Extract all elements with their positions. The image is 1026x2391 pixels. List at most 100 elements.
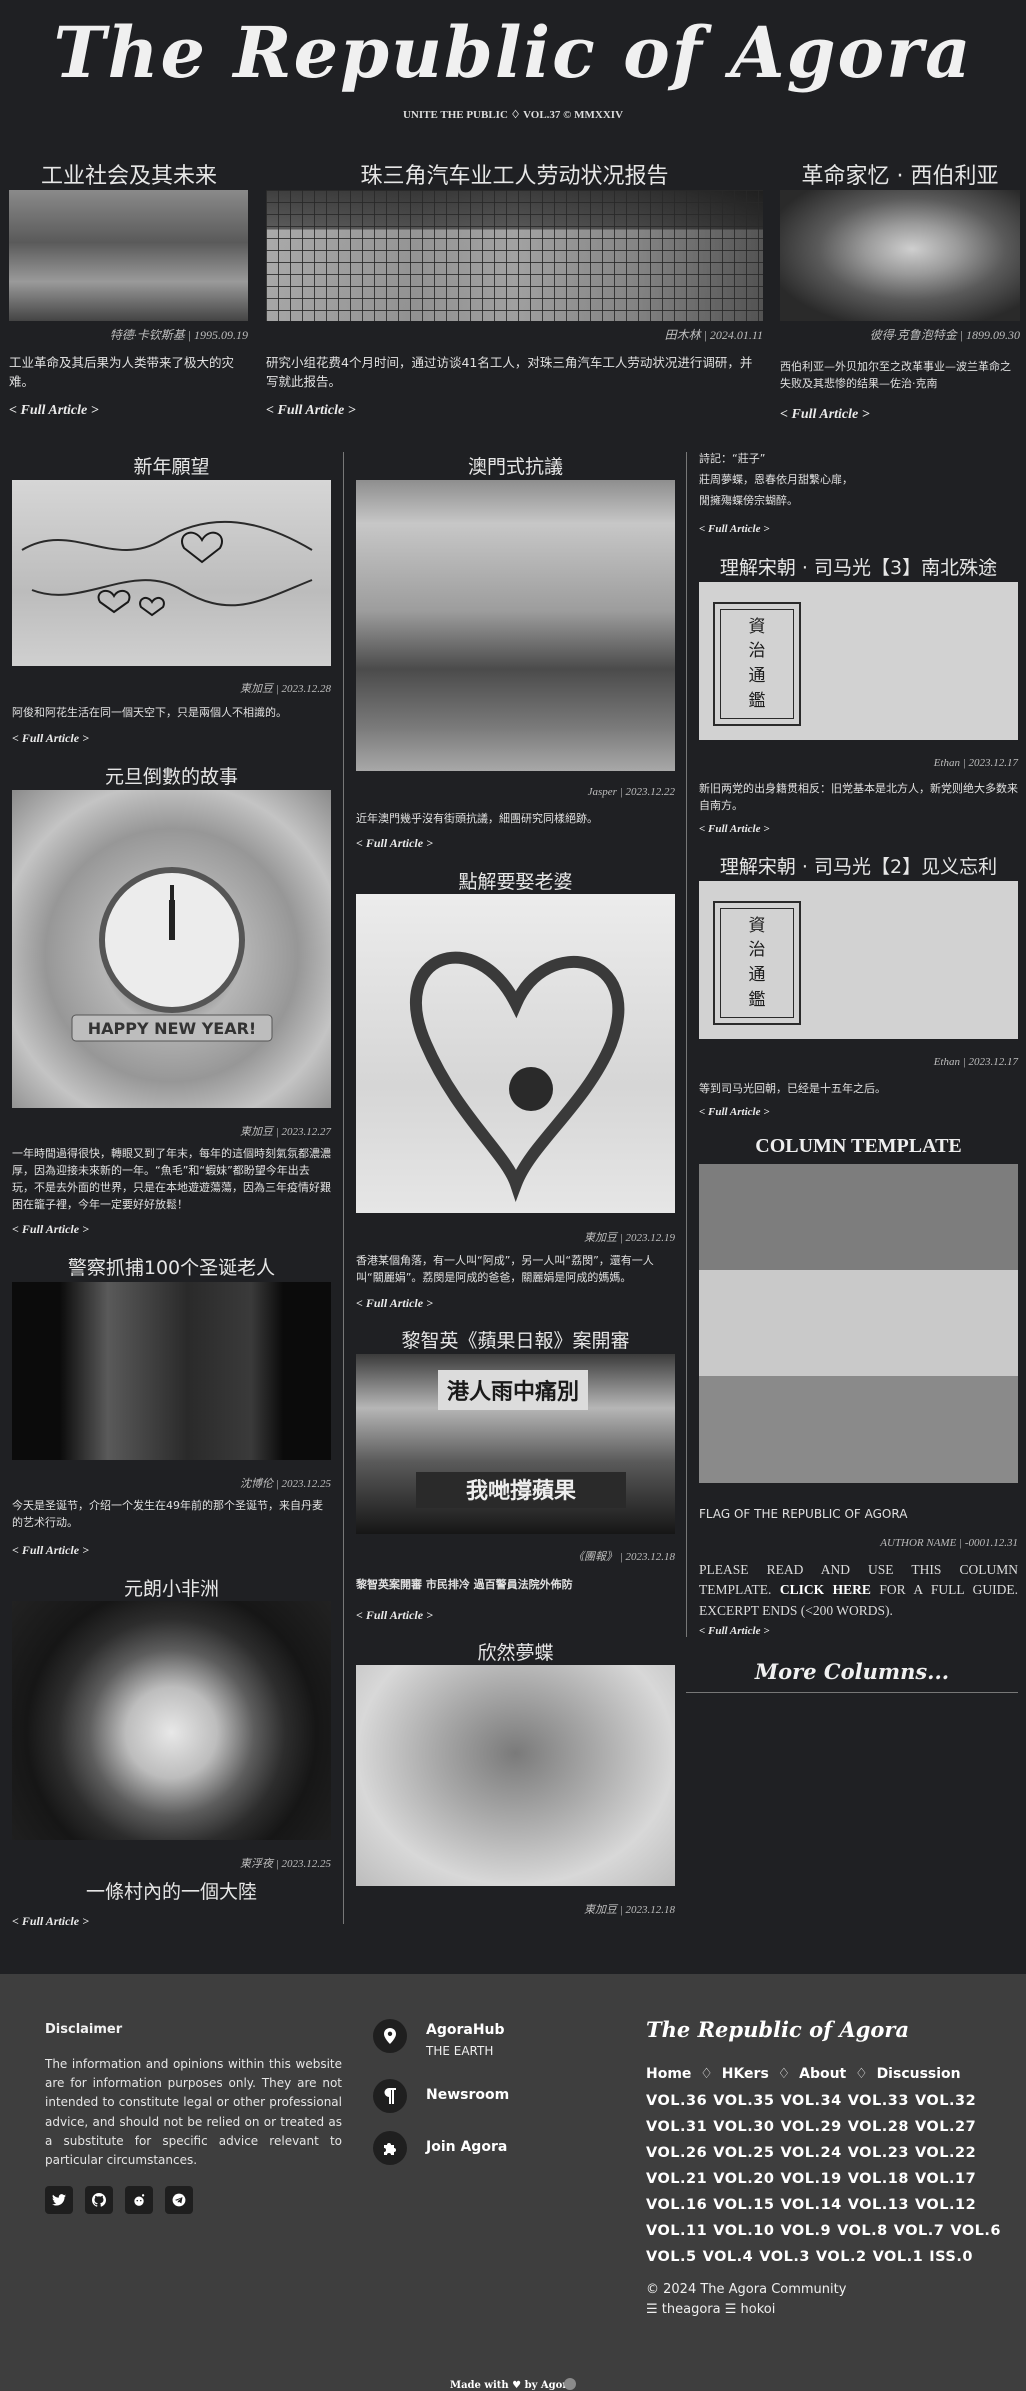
full-article-link[interactable]: < Full Article > xyxy=(12,1222,89,1237)
reddit-icon[interactable] xyxy=(125,2186,153,2214)
volume-link[interactable]: VOL.27 xyxy=(915,2119,976,2135)
volume-link[interactable]: VOL.5 xyxy=(646,2249,697,2265)
article-title[interactable]: 元朗小非洲 xyxy=(12,1574,331,1601)
volume-link[interactable]: VOL.30 xyxy=(713,2119,774,2135)
article-title[interactable]: 元旦倒數的故事 xyxy=(12,762,331,789)
volume-link[interactable]: VOL.15 xyxy=(713,2197,774,2213)
article-title[interactable]: 欣然夢蝶 xyxy=(356,1638,675,1665)
article-title[interactable]: 理解宋朝 · 司马光【3】南北殊途 xyxy=(699,553,1018,580)
full-article-link[interactable]: < Full Article > xyxy=(780,407,870,423)
volume-link[interactable]: VOL.4 xyxy=(703,2249,754,2265)
full-article-link[interactable]: < Full Article > xyxy=(356,1296,433,1311)
guide-link[interactable]: CLICK HERE xyxy=(780,1582,871,1597)
article-title[interactable]: 澳門式抗議 xyxy=(356,452,675,479)
full-article-link[interactable]: < Full Article > xyxy=(699,1106,770,1118)
article-title[interactable]: 理解宋朝 · 司马光【2】见义忘利 xyxy=(699,852,1018,879)
footer-credits[interactable]: ☰ theagora ☰ hokoi xyxy=(646,2302,775,2317)
article-title[interactable]: 革命家忆 · 西伯利亚 xyxy=(780,158,1020,190)
full-article-link[interactable]: < Full Article > xyxy=(12,731,89,746)
telegram-icon[interactable] xyxy=(165,2186,193,2214)
footer-link-join[interactable]: Join Agora xyxy=(426,2139,507,2155)
article-subtitle: 一條村內的一個大陸 xyxy=(85,1881,257,1903)
article-image[interactable] xyxy=(356,1665,675,1886)
article-image[interactable] xyxy=(266,190,763,321)
article-title[interactable]: 珠三角汽车业工人劳动状况报告 xyxy=(266,158,763,190)
volume-link[interactable]: VOL.17 xyxy=(915,2171,976,2187)
made-with-label: Made with ♥ by Agora xyxy=(450,2380,575,2391)
volume-link[interactable]: VOL.29 xyxy=(780,2119,841,2135)
article-image[interactable] xyxy=(12,480,331,666)
article-title[interactable]: 點解要娶老婆 xyxy=(356,867,675,894)
article-image[interactable] xyxy=(356,480,675,771)
volume-link[interactable]: VOL.7 xyxy=(894,2223,945,2239)
article-image[interactable] xyxy=(12,1282,331,1460)
article-title[interactable]: 工业社会及其未来 xyxy=(9,158,249,190)
article-image[interactable] xyxy=(356,894,675,1213)
full-article-link[interactable]: < Full Article > xyxy=(699,523,770,535)
full-article-link[interactable]: < Full Article > xyxy=(356,1608,433,1623)
nav-hkers[interactable]: HKers xyxy=(722,2066,769,2082)
apple-daily-poster-photo: 港人雨中痛別 我哋撐蘋果 xyxy=(416,1370,626,1508)
footer-link-agorahub[interactable]: AgoraHub xyxy=(426,2022,505,2038)
full-article-link[interactable]: < Full Article > xyxy=(12,1543,89,1558)
article-image[interactable] xyxy=(780,190,1020,321)
volume-link[interactable]: VOL.26 xyxy=(646,2145,707,2161)
footer-link-newsroom[interactable]: Newsroom xyxy=(426,2087,509,2103)
volume-link[interactable]: ISS.0 xyxy=(929,2249,973,2265)
volume-link[interactable]: VOL.33 xyxy=(848,2093,909,2109)
article-image[interactable]: 資 治 通 鑑 xyxy=(699,881,1018,1039)
github-icon[interactable] xyxy=(85,2186,113,2214)
article-title[interactable]: COLUMN TEMPLATE xyxy=(699,1135,1018,1158)
volume-link[interactable]: VOL.22 xyxy=(915,2145,976,2161)
nav-discussion[interactable]: Discussion xyxy=(877,2066,961,2082)
volume-link[interactable]: VOL.18 xyxy=(848,2171,909,2187)
nav-home[interactable]: Home xyxy=(646,2066,691,2082)
volume-link[interactable]: VOL.1 xyxy=(873,2249,924,2265)
volume-link[interactable]: VOL.25 xyxy=(713,2145,774,2161)
volume-link[interactable]: VOL.31 xyxy=(646,2119,707,2135)
twitter-icon[interactable] xyxy=(45,2186,73,2214)
article-title[interactable]: 警察抓捕100个圣诞老人 xyxy=(12,1253,331,1280)
full-article-link[interactable]: < Full Article > xyxy=(266,403,356,419)
article-image[interactable] xyxy=(12,1601,331,1840)
volume-link[interactable]: VOL.35 xyxy=(713,2093,774,2109)
site-title[interactable]: The Republic of Agora xyxy=(0,18,1026,88)
volume-link[interactable]: VOL.12 xyxy=(915,2197,976,2213)
volume-link[interactable]: VOL.20 xyxy=(713,2171,774,2187)
full-article-link[interactable]: < Full Article > xyxy=(12,1914,89,1929)
volume-link[interactable]: VOL.32 xyxy=(915,2093,976,2109)
full-article-link[interactable]: < Full Article > xyxy=(9,403,99,419)
flag-image[interactable] xyxy=(699,1164,1018,1483)
volume-link[interactable]: VOL.10 xyxy=(713,2223,774,2239)
volume-link[interactable]: VOL.11 xyxy=(646,2223,707,2239)
volume-link[interactable]: VOL.14 xyxy=(780,2197,841,2213)
article-image[interactable] xyxy=(9,190,248,321)
article-image[interactable]: 資 治 通 鑑 xyxy=(699,582,1018,740)
volume-link[interactable]: VOL.13 xyxy=(848,2197,909,2213)
volume-link[interactable]: VOL.19 xyxy=(780,2171,841,2187)
full-article-link[interactable]: < Full Article > xyxy=(699,823,770,835)
volume-link[interactable]: VOL.34 xyxy=(780,2093,841,2109)
volume-link[interactable]: VOL.16 xyxy=(646,2197,707,2213)
full-article-link[interactable]: < Full Article > xyxy=(699,1625,770,1637)
volume-link[interactable]: VOL.36 xyxy=(646,2093,707,2109)
volume-link[interactable]: VOL.28 xyxy=(848,2119,909,2135)
volume-link[interactable]: VOL.21 xyxy=(646,2171,707,2187)
volume-link[interactable]: VOL.23 xyxy=(848,2145,909,2161)
article-title[interactable]: 新年願望 xyxy=(12,452,331,479)
volume-link[interactable]: VOL.8 xyxy=(837,2223,888,2239)
full-article-link[interactable]: < Full Article > xyxy=(356,836,433,851)
footer-brand[interactable]: The Republic of Agora xyxy=(646,2017,909,2042)
volume-link[interactable]: VOL.24 xyxy=(780,2145,841,2161)
article-title[interactable]: 黎智英《蘋果日報》案開審 xyxy=(356,1326,675,1353)
volume-link[interactable]: VOL.6 xyxy=(950,2223,1001,2239)
volume-link[interactable]: VOL.9 xyxy=(780,2223,831,2239)
article-image[interactable]: HAPPY NEW YEAR! xyxy=(12,790,331,1108)
volume-link[interactable]: VOL.2 xyxy=(816,2249,867,2265)
nav-about[interactable]: About xyxy=(799,2066,846,2082)
footer-nav: Home ♢ HKers ♢ About ♢ Discussion xyxy=(646,2066,961,2082)
more-columns-link[interactable]: More Columns... xyxy=(686,1659,1018,1684)
volume-link[interactable]: VOL.3 xyxy=(759,2249,810,2265)
article-image[interactable]: 港人雨中痛別 我哋撐蘋果 xyxy=(356,1354,675,1534)
template-excerpt: PLEASE READ AND USE THIS COLUMN TEMPLATE… xyxy=(699,1560,1018,1621)
